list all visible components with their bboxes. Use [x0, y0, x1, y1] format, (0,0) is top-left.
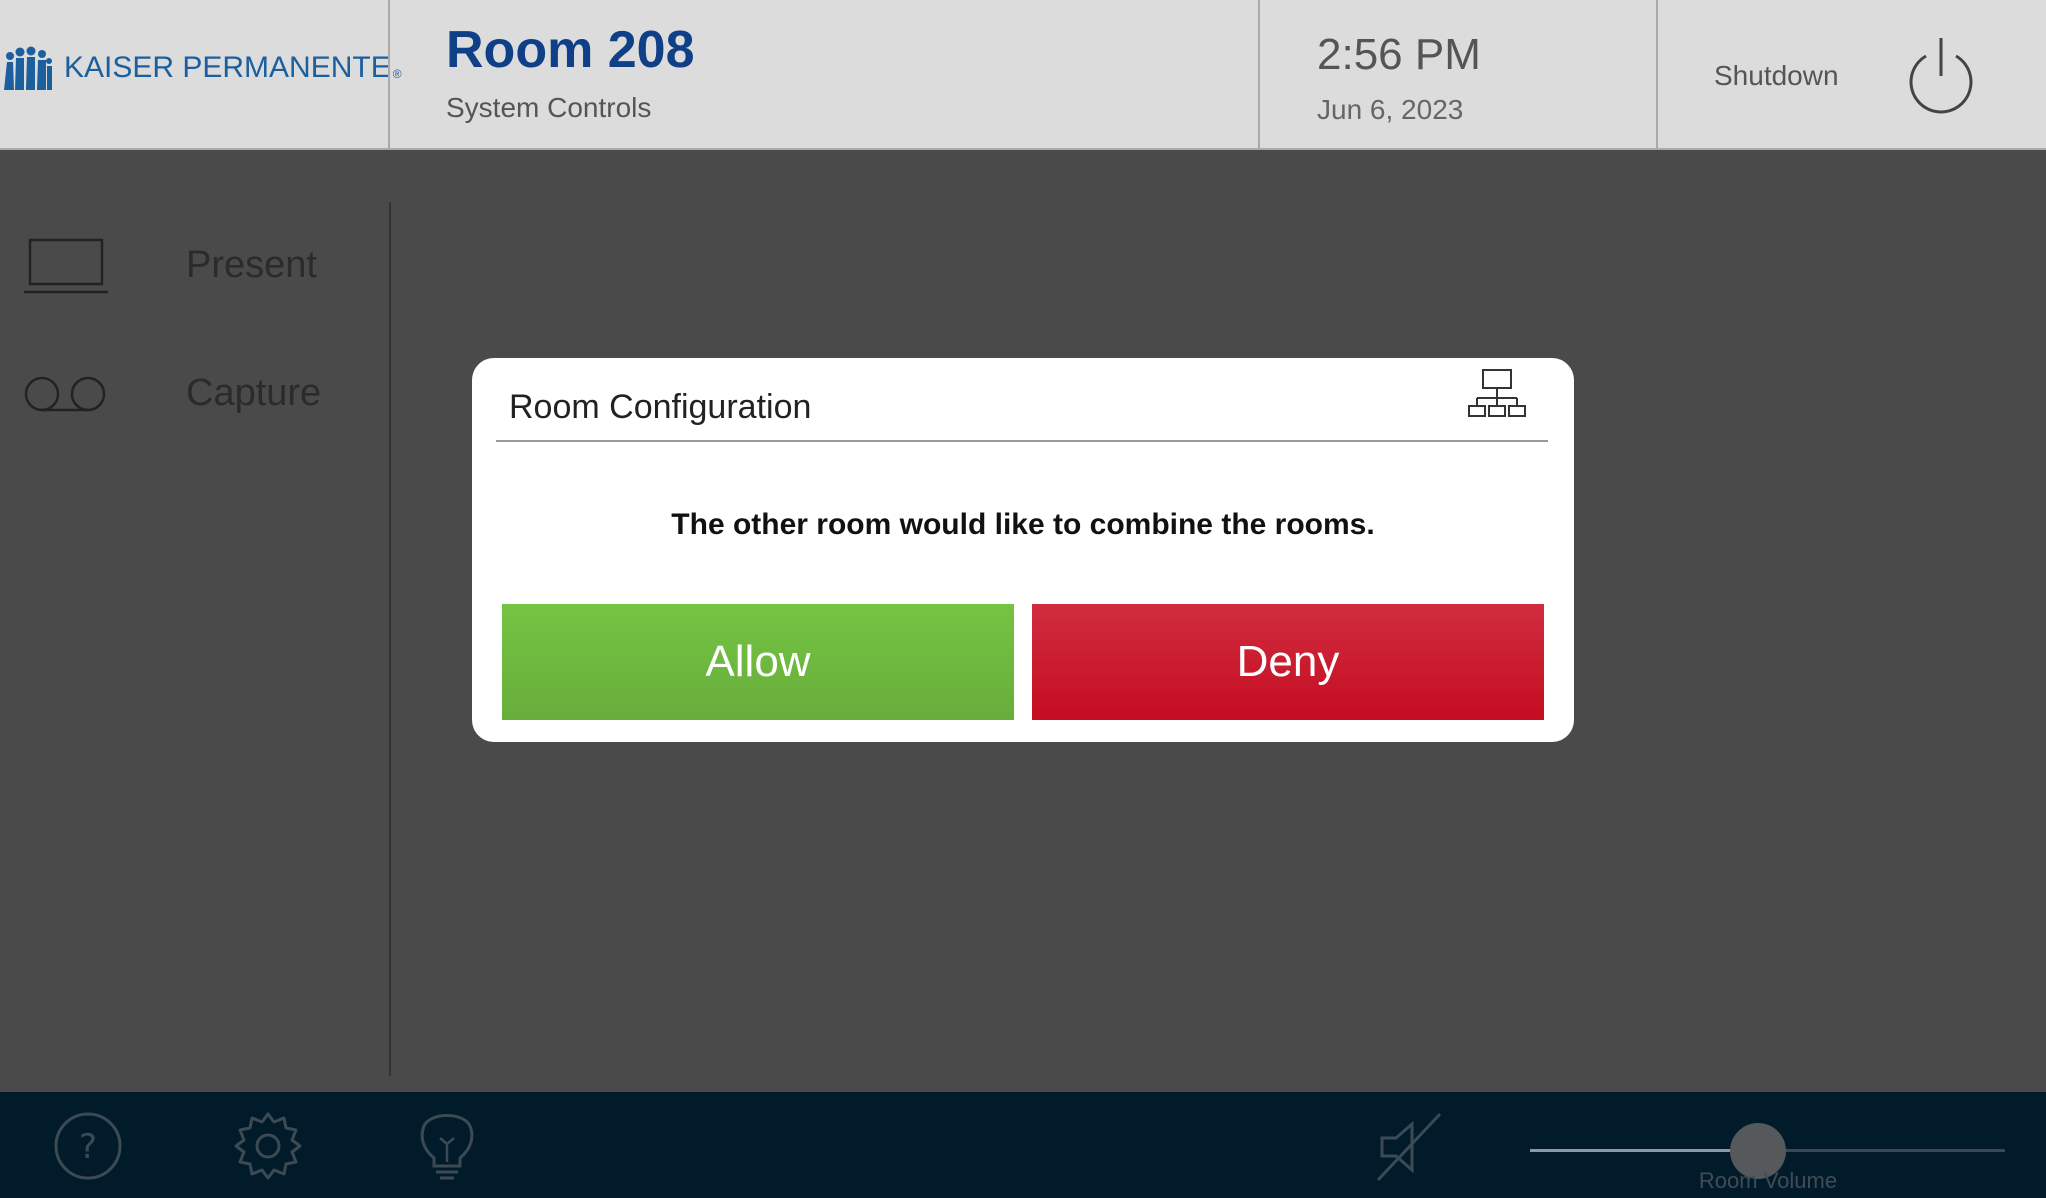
brand-logo: KAISER PERMANENTE ® — [2, 46, 402, 90]
dialog-divider — [496, 440, 1548, 442]
help-icon[interactable]: ? — [52, 1110, 124, 1182]
speaker-muted-icon[interactable] — [1372, 1112, 1444, 1182]
power-icon[interactable] — [1904, 36, 1978, 114]
clock-time: 2:56 PM — [1317, 30, 1481, 79]
room-title: Room 208 — [446, 21, 695, 79]
svg-text:?: ? — [79, 1127, 97, 1167]
room-subtitle: System Controls — [446, 92, 652, 123]
header-bar: KAISER PERMANENTE ® Room 208 System Cont… — [0, 0, 2046, 150]
header-divider — [388, 0, 390, 150]
sidebar-item-capture[interactable]: Capture — [0, 354, 389, 434]
gear-icon[interactable] — [232, 1110, 304, 1182]
kaiser-logo-icon — [4, 46, 52, 90]
lightbulb-icon[interactable] — [418, 1108, 476, 1184]
network-icon — [1468, 369, 1526, 417]
record-icon — [24, 376, 106, 412]
brand-name: KAISER PERMANENTE — [64, 51, 391, 84]
sidebar-divider — [389, 202, 391, 1076]
deny-button[interactable]: Deny — [1032, 604, 1544, 720]
sidebar-item-label: Capture — [186, 372, 322, 414]
header-divider — [1258, 0, 1260, 150]
laptop-icon — [24, 238, 108, 294]
room-configuration-dialog: Room Configuration The other room would … — [472, 358, 1574, 742]
allow-button[interactable]: Allow — [502, 604, 1014, 720]
dialog-message: The other room would like to combine the… — [671, 508, 1375, 541]
sidebar-item-label: Present — [186, 244, 317, 286]
sidebar-item-present[interactable]: Present — [0, 226, 389, 306]
dialog-title: Room Configuration — [509, 388, 812, 426]
shutdown-label[interactable]: Shutdown — [1714, 60, 1839, 92]
header-divider — [1656, 0, 1658, 150]
brand-registered-mark: ® — [392, 67, 402, 81]
volume-label: Room Volume — [1698, 1168, 1838, 1193]
clock-date: Jun 6, 2023 — [1317, 94, 1464, 125]
